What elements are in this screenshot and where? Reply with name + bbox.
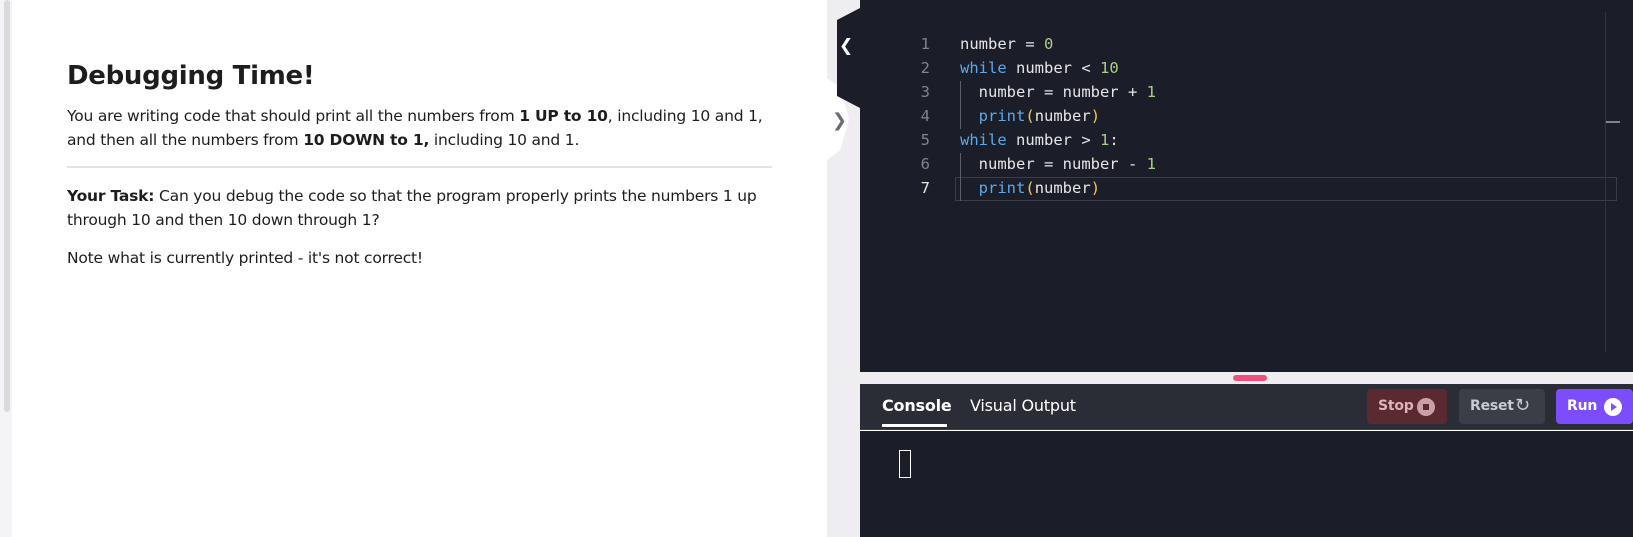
code-token: number [1034,107,1091,125]
code-token: while [960,131,1007,149]
editor-scrollbar-track[interactable] [1605,12,1606,352]
code-token: : [1109,131,1119,149]
code-text: number = number + 1 [960,80,1156,104]
code-token: ( [1025,107,1035,125]
code-text: while number < 10 [960,56,1119,80]
line-number: 3 [920,83,930,101]
code-token: number < [1006,59,1100,77]
line-number: 6 [920,155,930,173]
line-number: 4 [920,107,930,125]
instructions-panel: Debugging Time! You are writing code tha… [12,0,827,537]
code-token: number = number + [960,83,1147,101]
code-line-6[interactable]: 6 number = number - 1 [860,152,1633,176]
intro-bold-2: 10 DOWN to 1, [303,131,430,149]
code-editor[interactable]: 1 number = 0 2 while number < 10 3 number = … [860,0,1633,372]
tab-console[interactable]: Console [882,396,952,415]
stop-circle-icon [1417,398,1435,416]
resize-handle[interactable] [1233,375,1267,381]
reset-button[interactable]: Reset ↻ [1459,389,1545,424]
code-token: number [1034,179,1091,197]
code-line-7[interactable]: 7 print(number) [860,176,1633,200]
indent-guide-2 [960,153,961,201]
active-tab-indicator [882,424,947,427]
line-number: 7 [920,179,930,197]
line-number: 1 [920,35,930,53]
code-text: number = 0 [960,32,1053,56]
console-cursor [899,450,911,478]
code-token: while [960,59,1007,77]
code-token: ) [1090,107,1101,125]
code-token: ) [1090,179,1101,197]
intro-text-1: You are writing code that should print a… [67,107,520,125]
task-label: Your Task: [67,187,155,205]
tab-visual-output[interactable]: Visual Output [970,396,1076,415]
stop-label: Stop [1378,398,1414,414]
line-number: 2 [920,59,930,77]
console-output[interactable] [860,431,1633,537]
collapse-tab-bg [837,8,860,108]
scrollbar-thumb[interactable] [4,0,10,412]
task-paragraph: Your Task: Can you debug the code so tha… [67,184,787,232]
code-token: 10 [1100,59,1119,77]
code-token: number = number - [960,155,1147,173]
intro-text-3: including 10 and 1. [429,131,580,149]
run-label: Run [1567,398,1598,414]
intro-paragraph: You are writing code that should print a… [67,104,787,152]
code-token: print [978,179,1026,197]
instructions-scrollbar[interactable] [0,0,12,537]
divider [67,166,772,168]
code-line-2[interactable]: 2 while number < 10 [860,56,1633,80]
code-token: number = [960,35,1044,53]
chevron-left-icon: ❮ [839,36,854,56]
code-token: number > [1006,131,1100,149]
stop-button[interactable]: Stop [1367,389,1447,424]
code-line-1[interactable]: 1 number = 0 [860,32,1633,56]
page-title: Debugging Time! [67,61,315,91]
task-text: Can you debug the code so that the progr… [67,187,757,229]
reset-label: Reset [1470,398,1514,414]
reset-arrows-icon: ↻ [1515,395,1530,416]
editor-scrollbar-marker [1606,121,1620,123]
code-token: 0 [1044,35,1054,53]
code-token: 1 [1146,83,1156,101]
code-token: ( [1025,179,1035,197]
code-text: number = number - 1 [960,152,1156,176]
code-line-5[interactable]: 5 while number > 1: [860,128,1633,152]
code-line-4[interactable]: 4 print(number) [860,104,1633,128]
instructions-content: Debugging Time! You are writing code tha… [67,58,787,270]
line-number: 5 [920,131,930,149]
intro-bold-1: 1 UP to 10 [519,107,608,125]
code-token: 1 [1146,155,1156,173]
indent-guide-1 [960,81,961,129]
code-text: print(number) [960,104,1100,128]
code-token: 1 [1100,131,1110,149]
collapse-editor-button[interactable]: ❮ [827,8,860,156]
chevron-right-icon[interactable]: ❯ [832,110,847,131]
code-line-3[interactable]: 3 number = number + 1 [860,80,1633,104]
note-paragraph: Note what is currently printed - it's no… [67,249,423,267]
code-token: print [978,107,1026,125]
play-circle-icon [1604,398,1622,416]
run-button[interactable]: Run [1556,389,1633,424]
code-text: print(number) [960,176,1100,200]
code-text: while number > 1: [960,128,1119,152]
